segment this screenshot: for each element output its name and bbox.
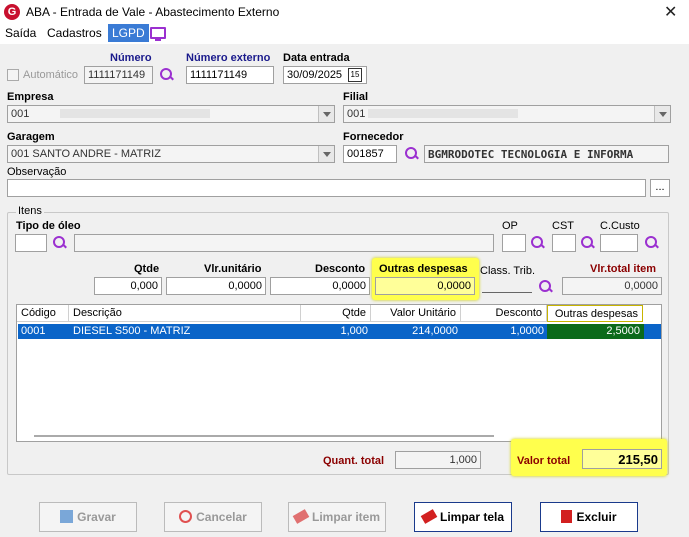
fornecedor-label: Fornecedor <box>343 131 404 143</box>
scrollbar-thumb[interactable] <box>34 435 494 437</box>
search-icon[interactable] <box>580 235 596 251</box>
search-icon[interactable] <box>404 146 420 162</box>
op-field[interactable] <box>502 234 526 252</box>
data-entrada-label: Data entrada <box>283 52 350 64</box>
numero-externo-field[interactable]: 1111171149 <box>186 66 274 84</box>
close-icon[interactable]: ✕ <box>664 2 677 22</box>
automatico-checkbox[interactable] <box>7 69 19 81</box>
observacao-label: Observação <box>7 166 67 178</box>
garagem-label: Garagem <box>7 131 55 143</box>
save-icon <box>60 510 74 523</box>
vlr-unitario-field[interactable]: 0,0000 <box>166 277 266 295</box>
menu-lgpd[interactable]: LGPD <box>108 24 149 42</box>
outras-despesas-label: Outras despesas <box>379 263 468 275</box>
cancel-icon <box>179 510 193 523</box>
window-title: ABA - Entrada de Vale - Abastecimento Ex… <box>26 5 280 19</box>
garagem-select[interactable]: 001 SANTO ANDRE - MATRIZ <box>7 145 335 163</box>
tipo-oleo-code-field[interactable] <box>15 234 47 252</box>
col-header-desconto[interactable]: Desconto <box>461 305 547 322</box>
excluir-button[interactable]: Excluir <box>540 502 638 532</box>
app-logo-icon: G <box>4 4 20 20</box>
tipo-oleo-desc-field <box>74 234 494 252</box>
op-label: OP <box>502 220 518 232</box>
chevron-down-icon[interactable] <box>318 146 334 162</box>
cell-valor-unitario: 214,0000 <box>412 325 458 337</box>
trash-icon <box>561 510 573 523</box>
vlr-total-item-field: 0,0000 <box>562 277 662 295</box>
quant-total-label: Quant. total <box>323 455 385 467</box>
fornecedor-name-field: BGMRODOTEC TECNOLOGIA E INFORMA <box>424 145 669 163</box>
cst-field[interactable] <box>552 234 576 252</box>
class-trib-field[interactable] <box>482 292 532 293</box>
menu-saida[interactable]: Saída <box>5 26 36 40</box>
filial-redacted <box>368 109 518 118</box>
search-icon[interactable] <box>52 235 68 251</box>
vlr-unitario-label: Vlr.unitário <box>204 263 262 275</box>
ccusto-label: C.Custo <box>600 220 640 232</box>
vlr-total-item-label: Vlr.total item <box>590 263 657 275</box>
observacao-browse-button[interactable]: ... <box>650 179 670 197</box>
valor-total-label: Valor total <box>517 455 571 467</box>
cell-qtde: 1,000 <box>340 325 368 337</box>
cell-outras-despesas: 2,5000 <box>606 325 640 337</box>
col-header-valor-unitario[interactable]: Valor Unitário <box>371 305 461 322</box>
quant-total-field: 1,000 <box>395 451 481 469</box>
limpar-tela-button[interactable]: Limpar tela <box>414 502 512 532</box>
chevron-down-icon[interactable] <box>318 106 334 122</box>
numero-externo-label: Número externo <box>186 52 271 64</box>
search-icon[interactable] <box>530 235 546 251</box>
qtde-field[interactable]: 0,000 <box>94 277 162 295</box>
col-header-outras-despesas[interactable]: Outras despesas <box>547 305 643 322</box>
outras-despesas-field[interactable]: 0,0000 <box>375 277 475 295</box>
class-trib-label: Class. Trib. <box>480 265 536 277</box>
eraser-icon <box>292 509 310 524</box>
cst-label: CST <box>552 220 574 232</box>
col-header-descricao[interactable]: Descrição <box>69 305 301 322</box>
empresa-redacted <box>60 109 210 118</box>
qtde-label: Qtde <box>134 263 160 275</box>
valor-total-field: 215,50 <box>582 449 662 469</box>
cancelar-button[interactable]: Cancelar <box>164 502 262 532</box>
chevron-down-icon[interactable] <box>654 106 670 122</box>
search-icon[interactable] <box>644 235 660 251</box>
monitor-icon[interactable] <box>150 27 166 41</box>
table-row[interactable]: 0001 DIESEL S500 - MATRIZ 1,000 214,0000… <box>18 324 661 339</box>
items-grid[interactable]: Código Descrição Qtde Valor Unitário Des… <box>16 304 662 442</box>
calendar-icon[interactable]: 15 <box>348 68 362 82</box>
numero-field[interactable]: 1111171149 <box>84 66 153 84</box>
gravar-button[interactable]: Gravar <box>39 502 137 532</box>
desconto-label: Desconto <box>315 263 366 275</box>
cell-desconto: 1,0000 <box>510 325 544 337</box>
cell-codigo: 0001 <box>21 325 46 337</box>
search-icon[interactable] <box>159 67 175 83</box>
filial-label: Filial <box>343 91 369 103</box>
ccusto-field[interactable] <box>600 234 638 252</box>
menu-cadastros[interactable]: Cadastros <box>47 26 102 40</box>
limpar-item-button[interactable]: Limpar item <box>288 502 386 532</box>
menu-bar <box>0 24 689 44</box>
numero-label: Número <box>110 52 152 64</box>
eraser-icon <box>420 509 438 524</box>
observacao-field[interactable] <box>7 179 646 197</box>
desconto-field[interactable]: 0,0000 <box>270 277 370 295</box>
itens-group-label: Itens <box>16 205 44 217</box>
col-header-qtde[interactable]: Qtde <box>301 305 371 322</box>
search-icon[interactable] <box>538 279 554 295</box>
empresa-label: Empresa <box>7 91 54 103</box>
fornecedor-code-field[interactable]: 001857 <box>343 145 397 163</box>
automatico-label: Automático <box>23 69 79 81</box>
tipo-oleo-label: Tipo de óleo <box>16 220 81 232</box>
col-header-codigo[interactable]: Código <box>17 305 69 322</box>
cell-descricao: DIESEL S500 - MATRIZ <box>73 325 191 337</box>
